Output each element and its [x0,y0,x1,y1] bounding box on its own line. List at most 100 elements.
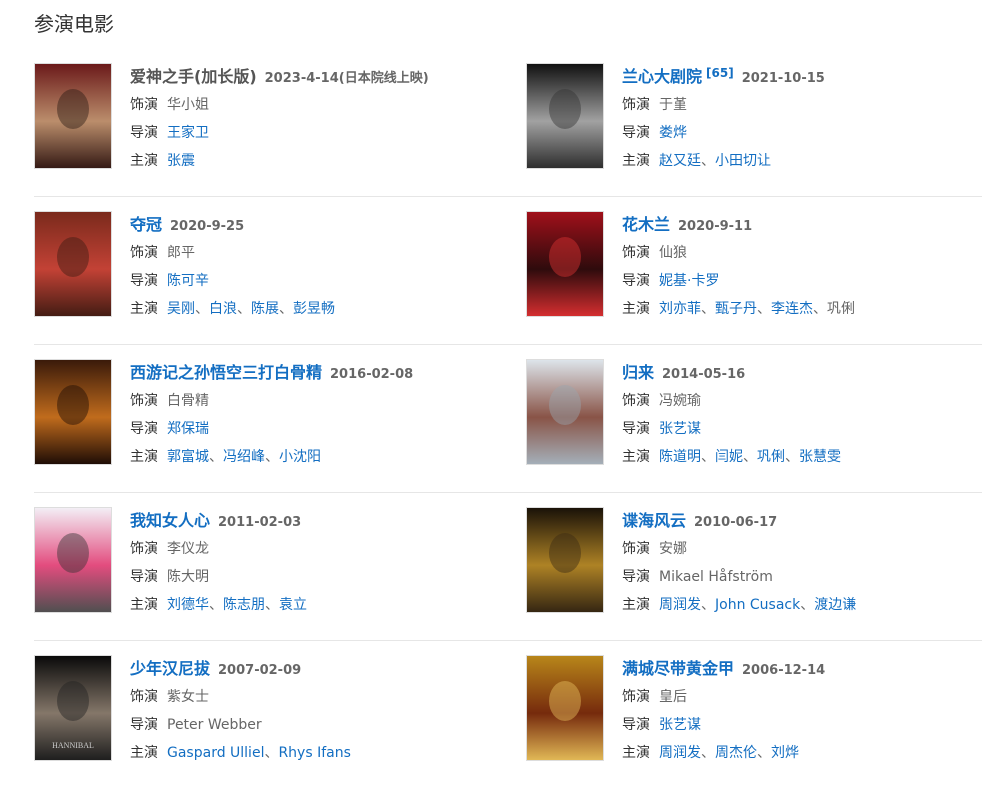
movie-title-link[interactable]: 花木兰 [622,215,670,234]
name-separator: 、 [265,597,279,613]
director-name[interactable]: 陈可辛 [167,273,209,289]
role-value: 安娜 [659,541,687,557]
poster-art [527,656,603,760]
movie-info: 归来 2014-05-16 饰演 冯婉瑜 导演 张艺谋 主演 陈道明、闫妮、巩俐、张慧雯 [622,359,982,471]
name-separator: 、 [195,301,209,317]
movie-poster[interactable] [526,63,604,169]
poster-art [527,64,603,168]
name-separator: 、 [757,301,771,317]
actor-name[interactable]: 张慧雯 [799,449,841,465]
director-name[interactable]: 妮基·卡罗 [659,273,719,289]
director-name[interactable]: 张艺谋 [659,717,701,733]
movie-title-link[interactable]: 兰心大剧院 [622,67,702,86]
director-name: Mikael Håfström [659,569,773,585]
director-field: 导演 Mikael Håfström [622,563,982,591]
actor-name[interactable]: Rhys Ifans [278,745,350,761]
starring-label: 主演 [622,449,650,465]
movie-item: 爱神之手(加长版) 2023-4-14(日本院线上映) 饰演 华小姐 导演 王家卫 主演 张震 [34,63,494,173]
starring-label: 主演 [622,153,650,169]
movie-poster[interactable] [526,655,604,761]
actor-name[interactable]: 闫妮 [715,449,743,465]
actor-name[interactable]: 渡边谦 [814,597,856,613]
movie-poster[interactable] [34,359,112,465]
actor-name[interactable]: 郭富城 [167,449,209,465]
director-name[interactable]: 郑保瑞 [167,421,209,437]
role-label: 饰演 [130,689,158,705]
actor-name[interactable]: 吴刚 [167,301,195,317]
actor-name[interactable]: 周润发 [659,745,701,761]
role-value: 仙狼 [659,245,687,261]
actor-name[interactable]: 袁立 [279,597,307,613]
movie-title-line: 谍海风云 2010-06-17 [622,507,982,535]
role-label: 饰演 [622,689,650,705]
movie-title-link[interactable]: 我知女人心 [130,511,210,530]
actor-name[interactable]: 甄子丹 [715,301,757,317]
movie-title-line: 满城尽带黄金甲 2006-12-14 [622,655,982,683]
actor-name[interactable]: 周杰伦 [715,745,757,761]
movie-title-line: 花木兰 2020-9-11 [622,211,982,239]
movie-title-link[interactable]: 满城尽带黄金甲 [622,659,734,678]
role-value: 李仪龙 [167,541,209,557]
actor-name[interactable]: 陈展 [251,301,279,317]
director-label: 导演 [622,717,650,733]
name-separator: 、 [701,153,715,169]
movie-title-link[interactable]: 西游记之孙悟空三打白骨精 [130,363,322,382]
movie-poster[interactable]: HANNIBAL [34,655,112,761]
director-field: 导演 王家卫 [130,119,490,147]
poster-art: HANNIBAL [35,656,111,760]
movie-info: 少年汉尼拔 2007-02-09 饰演 紫女士 导演 Peter Webber 主演 Gasp… [130,655,490,767]
director-name[interactable]: 娄烨 [659,125,687,141]
actor-name[interactable]: 巩俐 [757,449,785,465]
actor-name[interactable]: 冯绍峰 [223,449,265,465]
movie-title-line: 夺冠 2020-9-25 [130,211,490,239]
release-date: 2007-02-09 [218,663,302,678]
role-field: 饰演 安娜 [622,535,982,563]
poster-art [527,212,603,316]
actor-name[interactable]: 白浪 [209,301,237,317]
actor-name[interactable]: 陈志朋 [223,597,265,613]
name-separator: 、 [701,301,715,317]
movie-title-link[interactable]: 少年汉尼拔 [130,659,210,678]
starring-field: 主演 陈道明、闫妮、巩俐、张慧雯 [622,443,982,471]
name-separator: 、 [743,449,757,465]
actor-name[interactable]: 小田切让 [715,153,771,169]
movie-poster[interactable] [526,507,604,613]
movie-title-line: 我知女人心 2011-02-03 [130,507,490,535]
role-label: 饰演 [622,541,650,557]
actor-name[interactable]: John Cusack [715,597,800,613]
director-name[interactable]: 张艺谋 [659,421,701,437]
movie-poster[interactable] [526,359,604,465]
director-field: 导演 张艺谋 [622,415,982,443]
movie-poster[interactable] [34,211,112,317]
movie-title-link[interactable]: 谍海风云 [622,511,686,530]
actor-name[interactable]: 赵又廷 [659,153,701,169]
actor-name[interactable]: 李连杰 [771,301,813,317]
movie-item: 归来 2014-05-16 饰演 冯婉瑜 导演 张艺谋 主演 陈道明、闫妮、巩俐、张慧雯 [526,359,986,469]
role-field: 饰演 白骨精 [130,387,490,415]
role-field: 饰演 郎平 [130,239,490,267]
actor-name[interactable]: 陈道明 [659,449,701,465]
movie-poster[interactable] [526,211,604,317]
starring-field: 主演 Gaspard Ulliel、Rhys Ifans [130,739,490,767]
movie-poster[interactable] [34,63,112,169]
actor-name[interactable]: 张震 [167,153,195,169]
movie-poster[interactable] [34,507,112,613]
director-field: 导演 陈可辛 [130,267,490,295]
starring-field: 主演 张震 [130,147,490,175]
movie-title-link[interactable]: 爱神之手(加长版) [130,67,257,86]
actor-name[interactable]: 刘烨 [771,745,799,761]
actor-name[interactable]: Gaspard Ulliel [167,745,264,761]
release-date: 2006-12-14 [742,663,826,678]
movie-item: HANNIBAL 少年汉尼拔 2007-02-09 饰演 紫女士 导演 Peter Webb… [34,655,494,765]
actor-name[interactable]: 刘亦菲 [659,301,701,317]
actor-name[interactable]: 刘德华 [167,597,209,613]
movie-title-link[interactable]: 夺冠 [130,215,162,234]
reference-superscript[interactable]: [65] [706,66,734,80]
director-name[interactable]: 王家卫 [167,125,209,141]
movie-title-link[interactable]: 归来 [622,363,654,382]
movie-row: 我知女人心 2011-02-03 饰演 李仪龙 导演 陈大明 主演 刘德华、陈志朋、袁立 谍海风… [34,493,982,641]
role-value: 于堇 [659,97,687,113]
actor-name[interactable]: 彭昱畅 [293,301,335,317]
actor-name[interactable]: 小沈阳 [279,449,321,465]
actor-name[interactable]: 周润发 [659,597,701,613]
